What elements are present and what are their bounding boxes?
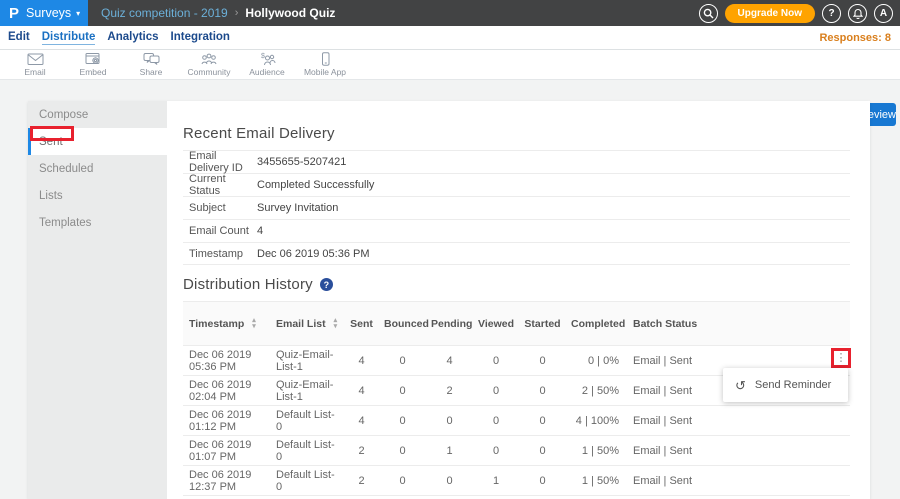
row-actions-kebab-icon[interactable]: ⋮	[836, 353, 847, 364]
sidebar-item-templates[interactable]: Templates	[28, 209, 167, 236]
chevron-down-icon: ▾	[76, 9, 80, 18]
row-actions-menu: ↺ Send Reminder	[723, 368, 848, 402]
distribution-history-header: Distribution History ?	[183, 276, 333, 293]
breadcrumb-survey-name: Hollywood Quiz	[245, 6, 335, 20]
svg-text:$: $	[261, 53, 265, 60]
history-header-row: Timestamp▴▾ Email List▴▾ Sent Bounced Pe…	[183, 302, 850, 346]
distribute-toolbar: Email Embed Share	[0, 50, 900, 80]
distribute-sidebar: Compose Sent Scheduled Lists Templates	[28, 101, 167, 499]
history-row: Dec 06 2019 01:07 PM Default List-0 2 0 …	[183, 436, 850, 466]
top-bar: P Surveys ▾ Quiz competition - 2019 › Ho…	[0, 0, 900, 26]
col-pending: Pending	[425, 302, 472, 346]
search-button[interactable]	[699, 4, 718, 23]
annotation-box-kebab: ⋮	[831, 348, 851, 368]
community-icon	[200, 52, 218, 66]
col-bounced: Bounced	[378, 302, 425, 346]
toolbar-item-embed[interactable]: Embed	[64, 52, 122, 77]
distribution-history-help-icon[interactable]: ?	[320, 278, 333, 291]
history-row: Dec 06 2019 01:12 PM Default List-0 4 0 …	[183, 406, 850, 436]
tab-integration[interactable]: Integration	[171, 31, 230, 45]
sidebar-item-scheduled[interactable]: Scheduled	[28, 155, 167, 182]
upgrade-now-button[interactable]: Upgrade Now	[725, 4, 815, 23]
topbar-actions: Upgrade Now ? A	[699, 4, 900, 23]
tab-distribute[interactable]: Distribute	[42, 31, 96, 45]
detail-row-timestamp: Timestamp Dec 06 2019 05:36 PM	[183, 242, 850, 265]
surveys-menu-label: Surveys	[26, 6, 71, 20]
sort-icon[interactable]: ▴▾	[334, 318, 338, 329]
bell-icon	[853, 8, 863, 19]
col-viewed: Viewed	[472, 302, 518, 346]
col-email-list[interactable]: Email List▴▾	[270, 302, 343, 346]
avatar[interactable]: A	[874, 4, 893, 23]
breadcrumb-folder[interactable]: Quiz competition - 2019	[101, 6, 228, 20]
toolbar-item-share[interactable]: Share	[122, 52, 180, 77]
tab-edit[interactable]: Edit	[8, 31, 30, 45]
help-button[interactable]: ?	[822, 4, 841, 23]
search-icon	[703, 8, 714, 19]
mobile-app-icon	[317, 52, 334, 66]
col-sent: Sent	[343, 302, 378, 346]
audience-icon: $	[258, 52, 276, 66]
tab-analytics[interactable]: Analytics	[107, 31, 158, 45]
toolbar-item-email[interactable]: Email	[6, 52, 64, 77]
sidebar-item-lists[interactable]: Lists	[28, 182, 167, 209]
detail-row-email-count: Email Count 4	[183, 219, 850, 242]
detail-row-email-delivery-id: Email Delivery ID 3455655-5207421	[183, 150, 850, 173]
notifications-button[interactable]	[848, 4, 867, 23]
col-batch-status: Batch Status	[625, 302, 850, 346]
surveys-menu[interactable]: P Surveys ▾	[0, 0, 88, 26]
toolbar-item-mobile-app[interactable]: Mobile App	[296, 52, 354, 77]
col-started: Started	[518, 302, 565, 346]
sidebar-item-sent[interactable]: Sent	[28, 128, 167, 155]
email-icon	[27, 52, 44, 66]
col-completed: Completed	[565, 302, 625, 346]
toolbar-item-audience[interactable]: $ Audience	[238, 52, 296, 77]
sidebar-item-compose[interactable]: Compose	[28, 101, 167, 128]
survey-nav-bar: Edit Distribute Analytics Integration Re…	[0, 26, 900, 50]
sent-content: Recent Email Delivery Email Delivery ID …	[167, 101, 870, 499]
sort-icon[interactable]: ▴▾	[252, 318, 256, 329]
responses-count[interactable]: Responses: 8	[819, 32, 892, 44]
detail-row-subject: Subject Survey Invitation	[183, 196, 850, 219]
toolbar-items: Email Embed Share	[0, 50, 900, 79]
questionpro-logo-icon: P	[9, 6, 19, 21]
breadcrumb-separator-icon: ›	[235, 7, 239, 19]
sent-panel: Compose Sent Scheduled Lists Templates R…	[28, 101, 870, 499]
detail-row-current-status: Current Status Completed Successfully	[183, 173, 850, 196]
nav-tabs: Edit Distribute Analytics Integration	[8, 31, 230, 45]
recent-delivery-details: Email Delivery ID 3455655-5207421 Curren…	[183, 150, 850, 265]
breadcrumb: Quiz competition - 2019 › Hollywood Quiz	[101, 6, 335, 20]
col-timestamp[interactable]: Timestamp▴▾	[183, 302, 270, 346]
distribution-history-title: Distribution History	[183, 276, 313, 293]
questionpro-distribute-page: P Surveys ▾ Quiz competition - 2019 › Ho…	[0, 0, 900, 499]
toolbar-item-community[interactable]: Community	[180, 52, 238, 77]
history-row: Dec 06 2019 12:37 PM Default List-0 2 0 …	[183, 466, 850, 496]
embed-icon	[85, 52, 102, 66]
share-icon	[143, 52, 160, 66]
recent-email-delivery-title: Recent Email Delivery	[183, 125, 335, 142]
menu-item-send-reminder[interactable]: ↺ Send Reminder	[723, 368, 848, 402]
reminder-clock-icon: ↺	[735, 379, 746, 392]
